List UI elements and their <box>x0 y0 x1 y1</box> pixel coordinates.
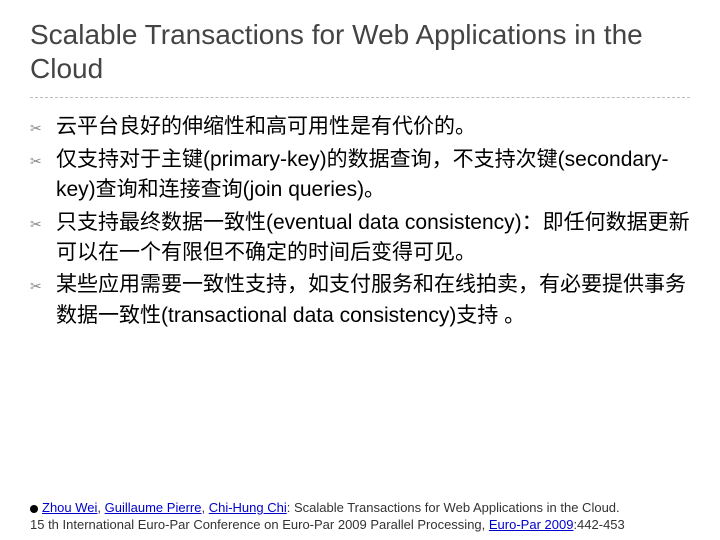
bullet-text: 某些应用需要一致性支持，如支付服务和在线拍卖，有必要提供事务数据一致性(tran… <box>56 270 690 331</box>
list-item: ✂ 只支持最终数据一致性(eventual data consistency)：… <box>30 208 690 269</box>
list-item: ✂ 某些应用需要一致性支持，如支付服务和在线拍卖，有必要提供事务数据一致性(tr… <box>30 270 690 331</box>
bullet-icon: ✂ <box>30 145 56 206</box>
bullet-text: 只支持最终数据一致性(eventual data consistency)：即任… <box>56 208 690 269</box>
citation-text: , <box>97 500 104 515</box>
bullet-list: ✂ 云平台良好的伸缩性和高可用性是有代价的。 ✂ 仅支持对于主键(primary… <box>30 112 690 331</box>
bullet-icon: ✂ <box>30 208 56 269</box>
list-item: ✂ 云平台良好的伸缩性和高可用性是有代价的。 <box>30 112 690 142</box>
citation-text: :442-453 <box>573 517 624 532</box>
list-item: ✂ 仅支持对于主键(primary-key)的数据查询，不支持次键(second… <box>30 145 690 206</box>
bullet-icon: ✂ <box>30 270 56 331</box>
slide-title: Scalable Transactions for Web Applicatio… <box>30 18 690 85</box>
bullet-text: 仅支持对于主键(primary-key)的数据查询，不支持次键(secondar… <box>56 145 690 206</box>
author-link[interactable]: Chi-Hung Chi <box>209 500 287 515</box>
title-divider <box>30 97 690 98</box>
bullet-text: 云平台良好的伸缩性和高可用性是有代价的。 <box>56 112 690 142</box>
author-link[interactable]: Zhou Wei <box>42 500 97 515</box>
author-link[interactable]: Guillaume Pierre <box>105 500 202 515</box>
bullet-icon: ✂ <box>30 112 56 142</box>
citation-text: : Scalable Transactions for Web Applicat… <box>287 500 620 515</box>
venue-link[interactable]: Euro-Par 2009 <box>489 517 574 532</box>
citation-text: , <box>201 500 208 515</box>
citation-footer: Zhou Wei, Guillaume Pierre, Chi-Hung Chi… <box>30 500 690 534</box>
citation-text: 15 th International Euro-Par Conference … <box>30 517 489 532</box>
bullet-dot-icon <box>30 505 38 513</box>
